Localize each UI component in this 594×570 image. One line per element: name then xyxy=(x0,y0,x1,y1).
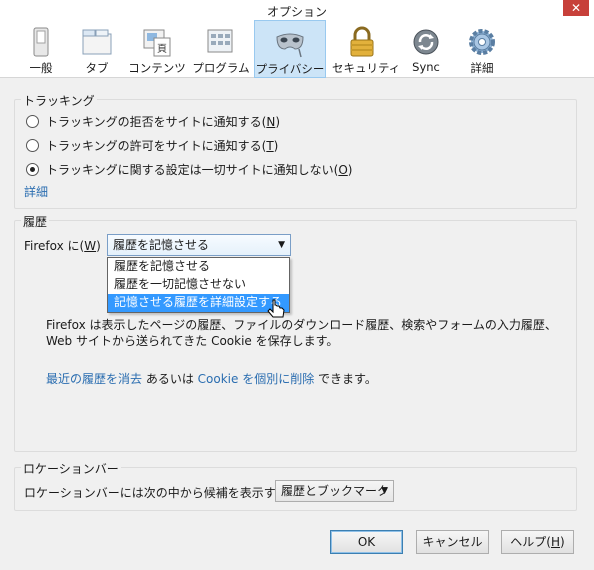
history-mode-dropdown: 履歴を記憶させる 履歴を一切記憶させない 記憶させる履歴を詳細設定する xyxy=(107,257,290,313)
location-bar-label: ロケーションバーには次の中から候補を表示する(U): xyxy=(24,486,310,500)
lock-icon xyxy=(350,26,374,57)
cancel-button[interactable]: キャンセル xyxy=(416,530,489,554)
tab-tabs[interactable]: タブ xyxy=(72,20,122,78)
clear-recent-history-link[interactable]: 最近の履歴を消去 xyxy=(46,372,142,386)
location-bar-select[interactable]: 履歴とブックマーク ▼ xyxy=(275,480,394,502)
tab-security[interactable]: セキュリティ xyxy=(332,20,400,78)
close-icon: ✕ xyxy=(570,1,582,15)
chevron-down-icon: ▼ xyxy=(381,486,388,496)
tracking-legend: トラッキング xyxy=(21,92,97,109)
remove-cookies-link[interactable]: Cookie を個別に削除 xyxy=(198,372,315,386)
radio-button-checked[interactable] xyxy=(26,162,39,176)
tabs-icon xyxy=(82,29,112,55)
radio-button[interactable] xyxy=(26,138,39,152)
close-button[interactable]: ✕ xyxy=(563,0,589,16)
tracking-option-allow[interactable]: トラッキングの許可をサイトに通知する(T) xyxy=(26,136,278,154)
dropdown-option-custom[interactable]: 記憶させる履歴を詳細設定する xyxy=(108,294,289,312)
tab-sync[interactable]: Sync xyxy=(400,20,452,78)
tab-applications[interactable]: プログラム xyxy=(192,20,250,78)
sync-icon xyxy=(413,29,439,55)
tracking-details-link[interactable]: 詳細 xyxy=(24,183,48,200)
history-mode-select[interactable]: 履歴を記憶させる ▼ xyxy=(107,234,291,256)
location-bar-legend: ロケーションバー xyxy=(21,460,121,477)
history-mode-label: Firefox に(W) xyxy=(24,239,101,253)
mask-icon xyxy=(276,33,304,58)
title-bar: オプション ✕ xyxy=(0,0,594,20)
switch-icon xyxy=(33,27,49,57)
dropdown-option-never[interactable]: 履歴を一切記憶させない xyxy=(108,276,289,294)
tab-content[interactable]: 頁 コンテンツ xyxy=(128,20,186,78)
history-links-line: 最近の履歴を消去 あるいは Cookie を個別に削除 できます。 xyxy=(46,372,377,386)
tab-advanced[interactable]: 詳細 xyxy=(458,20,506,78)
ok-button[interactable]: OK xyxy=(330,530,403,554)
content-icon: 頁 xyxy=(143,29,171,57)
history-description: Firefox は表示したページの履歴、ファイルのダウンロード履歴、検索やフォー… xyxy=(46,318,557,348)
radio-button[interactable] xyxy=(26,114,39,128)
tab-general[interactable]: 一般 xyxy=(16,20,66,78)
window-title: オプション xyxy=(266,5,327,19)
help-button[interactable]: ヘルプ(H) xyxy=(501,530,574,554)
gear-icon xyxy=(469,29,495,55)
applications-icon xyxy=(207,29,233,53)
history-legend: 履歴 xyxy=(21,213,50,230)
tracking-option-none[interactable]: トラッキングに関する設定は一切サイトに通知しない(O) xyxy=(26,160,352,178)
tracking-option-dnt[interactable]: トラッキングの拒否をサイトに通知する(N) xyxy=(26,112,280,130)
dropdown-option-remember[interactable]: 履歴を記憶させる xyxy=(108,258,289,276)
chevron-down-icon: ▼ xyxy=(278,240,285,250)
tab-privacy[interactable]: プライバシー xyxy=(254,20,326,78)
options-toolbar: 一般 タブ 頁 コンテンツ プログラム プライバシー セキュリティ Sync 詳… xyxy=(0,20,594,78)
svg-text:頁: 頁 xyxy=(157,43,167,55)
